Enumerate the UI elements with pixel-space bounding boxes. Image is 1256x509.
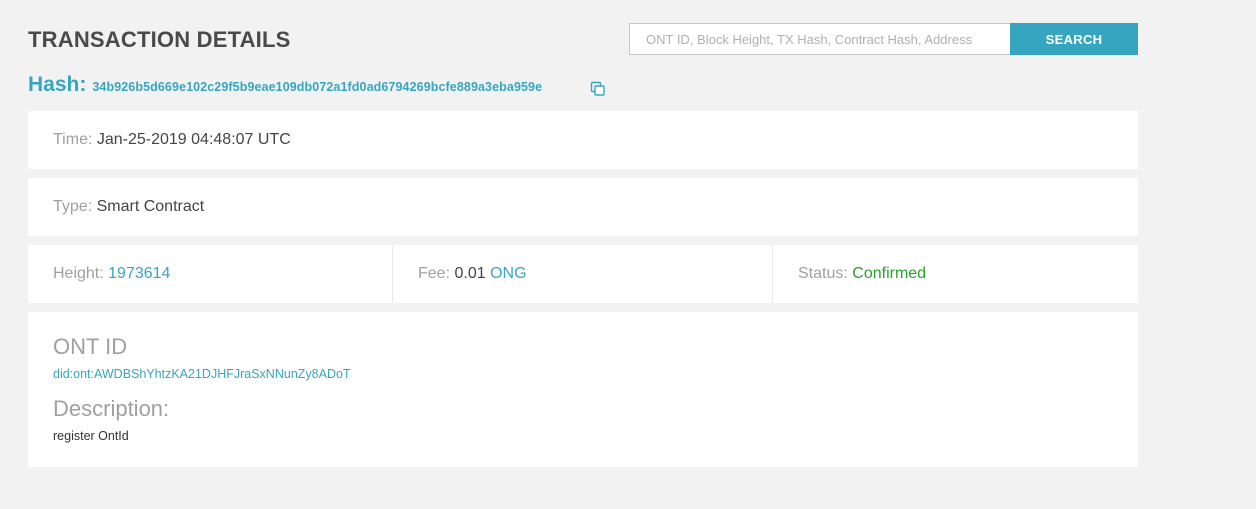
page-title: TRANSACTION DETAILS bbox=[28, 27, 291, 52]
type-value: Smart Contract bbox=[96, 198, 205, 215]
hash-label: Hash: bbox=[28, 73, 87, 96]
time-field: Time: Jan-25-2019 04:48:07 UTC bbox=[53, 131, 291, 149]
ont-id-heading: ONT ID bbox=[53, 334, 128, 359]
height-link[interactable]: 1973614 bbox=[108, 265, 170, 282]
search-input[interactable] bbox=[629, 23, 1010, 55]
time-value: Jan-25-2019 04:48:07 UTC bbox=[96, 131, 291, 148]
fee-field: Fee: 0.01 ONG bbox=[418, 265, 527, 283]
fee-cell: Fee: 0.01 ONG bbox=[393, 245, 773, 303]
height-cell: Height: 1973614 bbox=[28, 245, 393, 303]
type-label: Type: bbox=[53, 198, 93, 215]
status-label: Status: bbox=[798, 265, 848, 282]
transaction-details-page: TRANSACTION DETAILS SEARCH Hash: 34b926b… bbox=[0, 0, 1256, 509]
hash-row: Hash: 34b926b5d669e102c29f5b9eae109db072… bbox=[28, 73, 542, 97]
search-button[interactable]: SEARCH bbox=[1010, 23, 1138, 55]
fee-unit-link[interactable]: ONG bbox=[490, 265, 526, 282]
height-field: Height: 1973614 bbox=[53, 265, 170, 283]
fee-label: Fee: bbox=[418, 265, 451, 282]
type-card: Type: Smart Contract bbox=[28, 178, 1138, 236]
status-cell: Status: Confirmed bbox=[773, 245, 1138, 303]
copy-icon[interactable] bbox=[590, 81, 606, 97]
status-value: Confirmed bbox=[852, 265, 927, 282]
height-label: Height: bbox=[53, 265, 104, 282]
description-value: register OntId bbox=[53, 429, 129, 443]
hash-value: 34b926b5d669e102c29f5b9eae109db072a1fd0a… bbox=[92, 80, 543, 94]
meta-card: Height: 1973614 Fee: 0.01 ONG Status: Co… bbox=[28, 245, 1138, 303]
type-field: Type: Smart Contract bbox=[53, 198, 204, 216]
description-heading: Description: bbox=[53, 396, 170, 421]
ont-id-link[interactable]: did:ont:AWDBShYhtzKA21DJHFJraSxNNunZy8AD… bbox=[53, 367, 351, 381]
status-field: Status: Confirmed bbox=[798, 265, 926, 283]
time-label: Time: bbox=[53, 131, 93, 148]
ont-id-card: ONT ID did:ont:AWDBShYhtzKA21DJHFJraSxNN… bbox=[28, 312, 1138, 467]
search-bar: SEARCH bbox=[629, 23, 1138, 55]
time-card: Time: Jan-25-2019 04:48:07 UTC bbox=[28, 111, 1138, 169]
fee-amount: 0.01 bbox=[454, 265, 486, 282]
